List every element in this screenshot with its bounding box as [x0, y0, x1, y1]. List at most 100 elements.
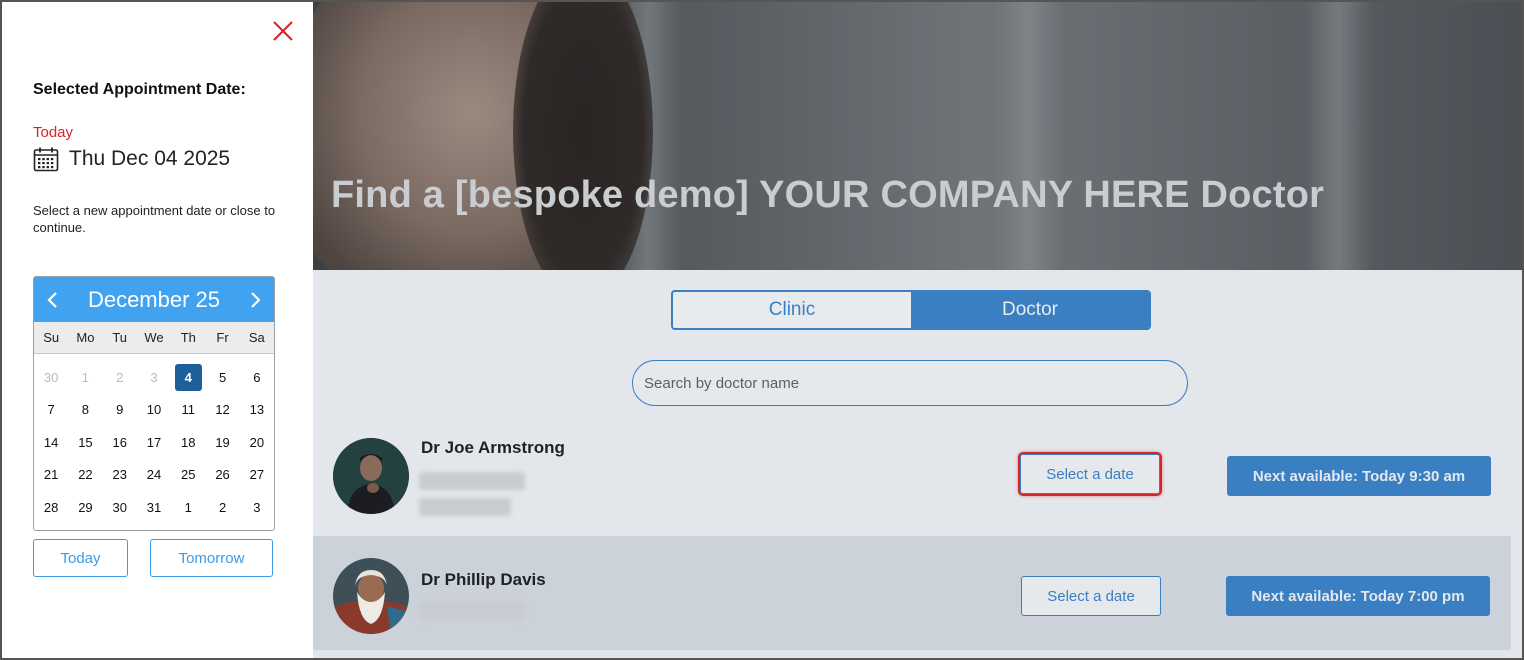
calendar-day-number: 28: [43, 499, 59, 515]
doctor-row: Dr Phillip Davis Select a date Next avai…: [313, 536, 1511, 650]
selected-date: Thu Dec 04 2025: [33, 146, 230, 172]
tab-clinic[interactable]: Clinic: [673, 292, 911, 328]
close-icon[interactable]: [272, 20, 294, 42]
doctor-search-input[interactable]: [632, 360, 1188, 406]
calendar-days: 30 1 2 3 4 5 6 7 8 9 10 11 12 13 14 15 16 17 18 19 20 21 22 23 2…: [34, 354, 274, 524]
calendar-day-number: 25: [181, 467, 196, 483]
date-picker-panel: Selected Appointment Date: Today Thu Dec…: [2, 2, 313, 658]
calendar-day[interactable]: 7: [34, 394, 68, 427]
calendar-day[interactable]: 11: [171, 394, 205, 427]
calendar-day[interactable]: 16: [103, 426, 137, 459]
calendar-day-number: 23: [112, 467, 127, 483]
calendar-day-selected[interactable]: 4: [171, 361, 205, 394]
next-available-button[interactable]: Next available: Today 9:30 am: [1227, 456, 1491, 496]
calendar-day-number: 10: [146, 402, 162, 418]
calendar-month-label[interactable]: December 25: [88, 287, 220, 313]
calendar-day[interactable]: 23: [103, 459, 137, 492]
calendar-day[interactable]: 28: [34, 491, 68, 524]
tomorrow-button[interactable]: Tomorrow: [150, 539, 273, 577]
doctor-finder-page: Find a [bespoke demo] YOUR COMPANY HERE …: [313, 2, 1522, 658]
calendar-day[interactable]: 27: [240, 459, 274, 492]
calendar-day-number: 15: [78, 434, 93, 450]
calendar-day[interactable]: 24: [137, 459, 171, 492]
calendar-day[interactable]: 25: [171, 459, 205, 492]
weekday-header: Su Mo Tu We Th Fr Sa: [34, 322, 274, 354]
today-button[interactable]: Today: [33, 539, 128, 577]
calendar-icon: [33, 147, 59, 172]
calendar-day-number: 24: [146, 467, 162, 483]
search-mode-toggle: Clinic Doctor: [671, 290, 1151, 330]
calendar-day[interactable]: 3: [137, 361, 171, 394]
weekday-label: Mo: [76, 330, 95, 345]
calendar-day[interactable]: 2: [205, 491, 239, 524]
calendar-day[interactable]: 21: [34, 459, 68, 492]
calendar-day-number: 13: [249, 402, 265, 418]
calendar-day-number: 27: [249, 467, 265, 483]
doctor-avatar: [333, 438, 409, 514]
calendar-day-number: 26: [215, 467, 230, 483]
weekday-label: Tu: [112, 330, 128, 345]
select-date-button[interactable]: Select a date: [1020, 454, 1160, 494]
calendar-day-number: 16: [112, 434, 127, 450]
calendar-header: December 25: [34, 277, 274, 322]
calendar-day[interactable]: 26: [205, 459, 239, 492]
calendar-day-number: 4: [174, 363, 202, 391]
calendar-day[interactable]: 19: [205, 426, 239, 459]
weekday-label: Th: [180, 330, 196, 345]
calendar-day[interactable]: 9: [103, 394, 137, 427]
calendar-day-number: 18: [181, 434, 196, 450]
hero-title: Find a [bespoke demo] YOUR COMPANY HERE …: [331, 174, 1325, 216]
doctor-row: Dr Joe Armstrong Select a date Next avai…: [313, 426, 1511, 532]
calendar-day-number: 30: [112, 499, 127, 515]
next-available-button[interactable]: Next available: Today 7:00 pm: [1226, 576, 1490, 616]
calendar-day[interactable]: 10: [137, 394, 171, 427]
calendar-day[interactable]: 30: [34, 361, 68, 394]
weekday-label: Su: [43, 330, 60, 345]
instruction-text: Select a new appointment date or close t…: [33, 203, 276, 235]
doctor-name[interactable]: Dr Phillip Davis: [421, 570, 546, 590]
calendar-day[interactable]: 1: [171, 491, 205, 524]
calendar-day[interactable]: 6: [240, 361, 274, 394]
calendar-day[interactable]: 15: [68, 426, 102, 459]
chevron-left-icon[interactable]: [44, 290, 62, 310]
calendar-day[interactable]: 22: [68, 459, 102, 492]
calendar-day-number: 30: [43, 369, 59, 385]
calendar-day[interactable]: 14: [34, 426, 68, 459]
calendar-day-number: 5: [218, 369, 227, 385]
calendar-day[interactable]: 31: [137, 491, 171, 524]
calendar-day-number: 17: [146, 434, 162, 450]
calendar-day-number: 6: [253, 369, 261, 385]
calendar-day[interactable]: 1: [68, 361, 102, 394]
calendar-day-number: 11: [181, 402, 196, 418]
doctor-avatar: [333, 558, 409, 634]
calendar-day[interactable]: 3: [240, 491, 274, 524]
tab-doctor[interactable]: Doctor: [911, 292, 1149, 328]
select-date-button[interactable]: Select a date: [1021, 576, 1161, 616]
calendar-day[interactable]: 13: [240, 394, 274, 427]
calendar-day-number: 2: [218, 499, 227, 515]
calendar-day[interactable]: 18: [171, 426, 205, 459]
calendar-day-number: 2: [116, 369, 124, 385]
calendar-day-number: 3: [253, 499, 261, 515]
weekday-label: Fr: [216, 330, 229, 345]
calendar-day-number: 14: [43, 434, 59, 450]
calendar: December 25 Su Mo Tu We Th Fr Sa 30 1 2 3 4 5…: [33, 276, 275, 531]
calendar-day-number: 8: [81, 402, 90, 418]
calendar-day-number: 1: [81, 369, 90, 385]
calendar-day-number: 29: [78, 499, 93, 515]
calendar-day-number: 19: [215, 434, 230, 450]
calendar-day[interactable]: 17: [137, 426, 171, 459]
calendar-day[interactable]: 2: [103, 361, 137, 394]
doctor-name[interactable]: Dr Joe Armstrong: [421, 438, 565, 458]
calendar-day[interactable]: 20: [240, 426, 274, 459]
calendar-day[interactable]: 30: [103, 491, 137, 524]
calendar-day[interactable]: 5: [205, 361, 239, 394]
calendar-day[interactable]: 8: [68, 394, 102, 427]
chevron-right-icon[interactable]: [246, 290, 264, 310]
calendar-day-number: 21: [43, 467, 59, 483]
calendar-day[interactable]: 12: [205, 394, 239, 427]
calendar-day-number: 7: [47, 402, 55, 418]
calendar-day-number: 12: [215, 402, 230, 418]
calendar-day[interactable]: 29: [68, 491, 102, 524]
calendar-day-number: 22: [78, 467, 93, 483]
